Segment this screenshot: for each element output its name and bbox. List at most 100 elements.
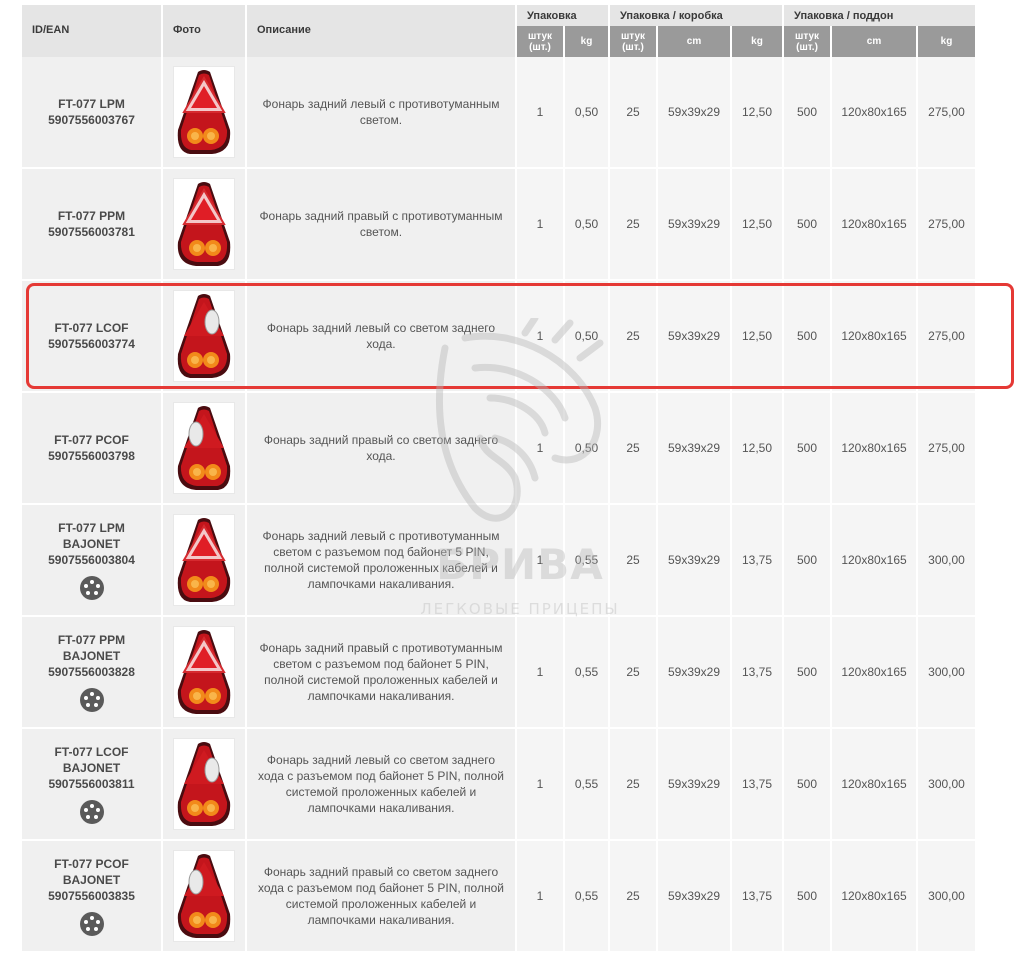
table-row: FT-077 LCOF BAJONET 5907556003811 Фонарь за… bbox=[22, 728, 978, 841]
bayonet-connector-icon[interactable] bbox=[79, 800, 104, 824]
cell-pack-pcs: 1 bbox=[516, 57, 565, 169]
cell-box-kg: 12,50 bbox=[731, 392, 785, 505]
cell-photo bbox=[162, 840, 247, 953]
cell-box-pcs: 25 bbox=[609, 728, 658, 841]
cell-pallet-cm: 120x80x165 bbox=[831, 57, 919, 169]
cell-box-cm: 59x39x29 bbox=[657, 840, 732, 953]
cell-pack-pcs: 1 bbox=[516, 392, 565, 505]
cell-description: Фонарь задний правый со светом заднего х… bbox=[246, 840, 517, 953]
cell-pallet-pcs: 500 bbox=[783, 280, 833, 393]
table-row: FT-077 PPM BAJONET 5907556003828 Фонарь зад… bbox=[22, 616, 978, 729]
product-model[interactable]: FT-077 PCOF bbox=[22, 432, 161, 448]
product-ean: 5907556003781 bbox=[48, 225, 135, 239]
product-suffix: BAJONET bbox=[62, 649, 121, 663]
table-row: FT-077 LPM 5907556003767 Фонарь задний лев… bbox=[22, 57, 978, 169]
product-suffix: BAJONET bbox=[62, 873, 121, 887]
cell-box-pcs: 25 bbox=[609, 168, 658, 281]
lamp-right-reverse-icon[interactable] bbox=[173, 850, 235, 942]
cell-pallet-pcs: 500 bbox=[783, 616, 833, 729]
product-model[interactable]: FT-077 LPM bbox=[22, 96, 161, 112]
cell-box-cm: 59x39x29 bbox=[657, 57, 732, 169]
product-model[interactable]: FT-077 PCOF bbox=[22, 856, 161, 872]
header-description: Описание bbox=[246, 5, 517, 57]
cell-pallet-kg: 300,00 bbox=[917, 616, 978, 729]
table-row: FT-077 PCOF 5907556003798 Фонарь задний пр… bbox=[22, 392, 978, 505]
cell-pallet-pcs: 500 bbox=[783, 392, 833, 505]
cell-pallet-pcs: 500 bbox=[783, 57, 833, 169]
cell-pack-pcs: 1 bbox=[516, 840, 565, 953]
product-ean: 5907556003835 bbox=[48, 889, 135, 903]
cell-pallet-cm: 120x80x165 bbox=[831, 504, 919, 617]
cell-pack-kg: 0,50 bbox=[564, 168, 610, 281]
cell-pack-kg: 0,55 bbox=[564, 840, 610, 953]
cell-photo bbox=[162, 168, 247, 281]
cell-id: FT-077 PCOF 5907556003798 bbox=[22, 392, 163, 505]
cell-pallet-cm: 120x80x165 bbox=[831, 392, 919, 505]
cell-photo bbox=[162, 392, 247, 505]
cell-pack-kg: 0,55 bbox=[564, 728, 610, 841]
cell-description: Фонарь задний левый со светом заднего хо… bbox=[246, 280, 517, 393]
cell-pack-pcs: 1 bbox=[516, 728, 565, 841]
cell-pallet-cm: 120x80x165 bbox=[831, 616, 919, 729]
header-box-kg: kg bbox=[731, 26, 785, 57]
cell-pallet-kg: 275,00 bbox=[917, 280, 978, 393]
product-ean: 5907556003774 bbox=[48, 337, 135, 351]
product-model[interactable]: FT-077 LCOF bbox=[22, 744, 161, 760]
table-row: FT-077 LCOF 5907556003774 Фонарь задний ле… bbox=[22, 280, 978, 393]
header-pallet-pcs: штук (шт.) bbox=[783, 26, 833, 57]
bayonet-connector-icon[interactable] bbox=[79, 688, 104, 712]
product-model[interactable]: FT-077 LCOF bbox=[22, 320, 161, 336]
cell-id: FT-077 LPM BAJONET 5907556003804 bbox=[22, 504, 163, 617]
cell-box-kg: 13,75 bbox=[731, 840, 785, 953]
cell-pallet-cm: 120x80x165 bbox=[831, 728, 919, 841]
cell-box-pcs: 25 bbox=[609, 392, 658, 505]
header-pack-kg: kg bbox=[564, 26, 610, 57]
lamp-right-fog-icon[interactable] bbox=[173, 626, 235, 718]
cell-box-cm: 59x39x29 bbox=[657, 392, 732, 505]
product-model[interactable]: FT-077 PPM bbox=[22, 632, 161, 648]
cell-pallet-kg: 275,00 bbox=[917, 392, 978, 505]
lamp-left-fog-icon[interactable] bbox=[173, 66, 235, 158]
cell-photo bbox=[162, 57, 247, 169]
cell-pack-kg: 0,55 bbox=[564, 616, 610, 729]
lamp-left-reverse-icon[interactable] bbox=[173, 738, 235, 830]
header-box-cm: cm bbox=[657, 26, 732, 57]
bayonet-connector-icon[interactable] bbox=[79, 576, 104, 600]
cell-description: Фонарь задний левый с противотуманным св… bbox=[246, 57, 517, 169]
lamp-right-fog-icon[interactable] bbox=[173, 178, 235, 270]
cell-description: Фонарь задний правый со светом заднего х… bbox=[246, 392, 517, 505]
bayonet-connector-icon[interactable] bbox=[79, 912, 104, 936]
cell-pallet-cm: 120x80x165 bbox=[831, 280, 919, 393]
cell-pack-kg: 0,50 bbox=[564, 57, 610, 169]
product-model[interactable]: FT-077 PPM bbox=[22, 208, 161, 224]
cell-pallet-kg: 300,00 bbox=[917, 728, 978, 841]
lamp-right-reverse-icon[interactable] bbox=[173, 402, 235, 494]
header-group-pack: Упаковка bbox=[516, 5, 610, 27]
header-box-pcs: штук (шт.) bbox=[609, 26, 658, 57]
cell-description: Фонарь задний левый с противотуманным св… bbox=[246, 504, 517, 617]
lamp-left-reverse-icon[interactable] bbox=[173, 290, 235, 382]
cell-box-kg: 13,75 bbox=[731, 728, 785, 841]
lamp-left-fog-icon[interactable] bbox=[173, 514, 235, 606]
cell-pallet-pcs: 500 bbox=[783, 168, 833, 281]
product-ean: 5907556003798 bbox=[48, 449, 135, 463]
cell-pallet-pcs: 500 bbox=[783, 840, 833, 953]
cell-pallet-kg: 275,00 bbox=[917, 57, 978, 169]
cell-box-cm: 59x39x29 bbox=[657, 280, 732, 393]
header-photo: Фото bbox=[162, 5, 247, 57]
product-ean: 5907556003828 bbox=[48, 665, 135, 679]
cell-box-kg: 12,50 bbox=[731, 168, 785, 281]
product-table: ID/EAN Фото Описание Упаковка Упаковка /… bbox=[22, 5, 978, 953]
cell-pallet-cm: 120x80x165 bbox=[831, 168, 919, 281]
product-model[interactable]: FT-077 LPM bbox=[22, 520, 161, 536]
product-ean: 5907556003811 bbox=[48, 777, 135, 791]
cell-pack-kg: 0,50 bbox=[564, 392, 610, 505]
cell-box-kg: 13,75 bbox=[731, 616, 785, 729]
header-group-box: Упаковка / коробка bbox=[609, 5, 785, 27]
cell-pack-pcs: 1 bbox=[516, 280, 565, 393]
cell-id: FT-077 PCOF BAJONET 5907556003835 bbox=[22, 840, 163, 953]
header-pallet-cm: cm bbox=[831, 26, 919, 57]
cell-description: Фонарь задний правый с противотуманным с… bbox=[246, 616, 517, 729]
cell-box-kg: 12,50 bbox=[731, 280, 785, 393]
cell-pack-kg: 0,50 bbox=[564, 280, 610, 393]
